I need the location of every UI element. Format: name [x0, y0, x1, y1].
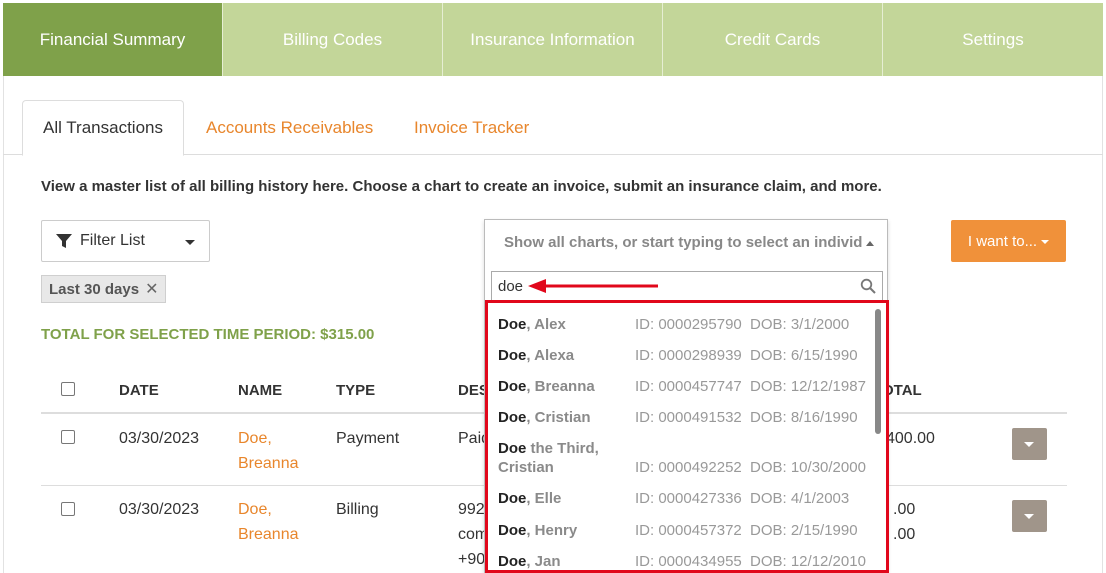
subtab-all-transactions[interactable]: All Transactions [22, 100, 184, 156]
chevron-down-icon [185, 240, 195, 245]
result-item[interactable]: Doe, Alexa ID: 0000298939 DOB: 6/15/1990 [498, 347, 868, 364]
result-item[interactable]: Doe, Henry ID: 0000457372 DOB: 2/15/1990 [498, 522, 868, 539]
subtab-accounts-receivables[interactable]: Accounts Receivables [206, 100, 373, 155]
close-icon[interactable]: ✕ [145, 279, 158, 299]
i-want-to-button[interactable]: I want to... [951, 220, 1066, 262]
chart-selector-placeholder[interactable]: Show all charts, or start typing to sele… [485, 220, 887, 265]
result-item[interactable]: Doe, Alex ID: 0000295790 DOB: 3/1/2000 [498, 316, 868, 333]
row-type: Billing [336, 501, 379, 518]
row-name-link[interactable]: Breanna [238, 522, 299, 547]
tab-financial-summary[interactable]: Financial Summary [3, 3, 223, 76]
col-name: NAME [238, 382, 283, 399]
row-description: +90 [458, 551, 486, 568]
row-actions-button[interactable] [1012, 428, 1047, 460]
row-total: .00 [893, 501, 916, 518]
col-date: DATE [119, 382, 159, 399]
filter-icon [56, 234, 72, 248]
search-value: doe [498, 278, 524, 295]
row-date: 03/30/2023 [119, 501, 200, 518]
tab-insurance-information[interactable]: Insurance Information [443, 3, 663, 76]
subtab-bar: All Transactions Accounts Receivables In… [3, 100, 1103, 156]
results-scrollbar[interactable] [875, 309, 881, 434]
row-date: 03/30/2023 [119, 430, 200, 447]
row-total: .00 [893, 526, 916, 543]
row-name-link[interactable]: Breanna [238, 451, 299, 476]
tab-credit-cards[interactable]: Credit Cards [663, 3, 883, 76]
search-results-list: Doe, Alex ID: 0000295790 DOB: 3/1/2000 Do… [485, 300, 889, 573]
filter-chip-last-30-days: Last 30 days ✕ [41, 275, 167, 303]
period-total: TOTAL FOR SELECTED TIME PERIOD: $315.00 [41, 326, 375, 343]
row-name-link[interactable]: Doe, [238, 426, 272, 451]
row-name-link[interactable]: Doe, [238, 497, 272, 522]
result-item[interactable]: Doe the Third, Cristian ID: 0000492252 DO… [498, 440, 868, 480]
chevron-up-icon [866, 241, 874, 246]
row-total: 400.00 [886, 430, 935, 447]
search-icon [860, 278, 876, 294]
row-description: 992 [458, 501, 485, 518]
tab-settings[interactable]: Settings [883, 3, 1103, 76]
result-item[interactable]: Doe, Elle ID: 0000427336 DOB: 4/1/2003 [498, 490, 868, 507]
tab-billing-codes[interactable]: Billing Codes [223, 3, 443, 76]
row-actions-button[interactable] [1012, 500, 1047, 532]
placeholder-text: Show all charts, or start typing to sele… [504, 234, 863, 251]
chip-label: Last 30 days [49, 280, 140, 298]
intro-text: View a master list of all billing histor… [41, 178, 882, 195]
result-item[interactable]: Doe, Jan ID: 0000434955 DOB: 12/12/2010 [498, 553, 868, 570]
row-checkbox[interactable] [61, 430, 75, 444]
subtab-invoice-tracker[interactable]: Invoice Tracker [414, 100, 529, 155]
main-nav: Financial Summary Billing Codes Insuranc… [3, 3, 1103, 76]
result-item[interactable]: Doe, Breanna ID: 0000457747 DOB: 12/12/19… [498, 378, 868, 395]
filter-list-dropdown[interactable]: Filter List [41, 220, 210, 262]
row-checkbox[interactable] [61, 502, 75, 516]
result-item[interactable]: Doe, Cristian ID: 0000491532 DOB: 8/16/19… [498, 409, 868, 426]
row-type: Payment [336, 430, 400, 447]
annotation-arrow-icon [528, 279, 658, 293]
i-want-to-label: I want to... [967, 232, 1038, 250]
col-type: TYPE [336, 382, 376, 399]
select-all-checkbox[interactable] [61, 382, 75, 396]
chevron-down-icon [1041, 240, 1050, 244]
filter-label: Filter List [80, 232, 145, 249]
